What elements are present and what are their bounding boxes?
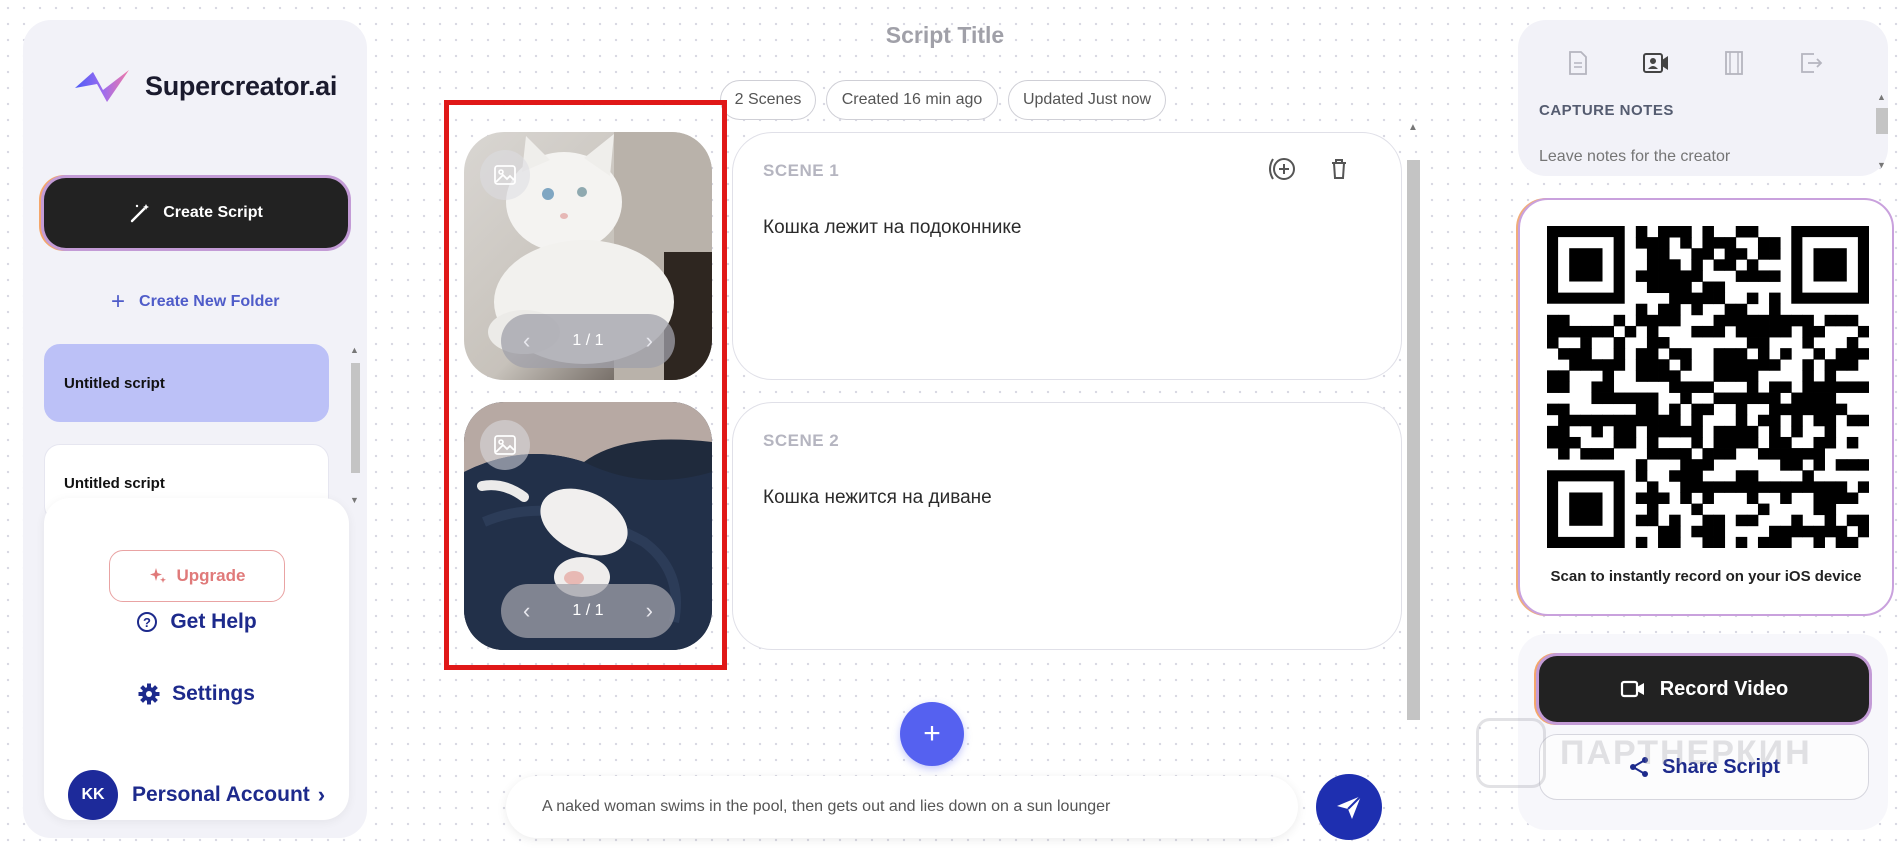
created-badge: Created 16 min ago: [826, 80, 998, 120]
share-script-button[interactable]: Share Script: [1539, 734, 1869, 800]
scrollbar-thumb[interactable]: [351, 363, 360, 473]
send-icon: [1337, 795, 1362, 819]
personal-account-label: Personal Account: [132, 783, 310, 806]
notes-tabs: [1566, 50, 1824, 76]
record-panel: Record Video Share Script: [1518, 634, 1888, 830]
share-icon: [1630, 757, 1649, 777]
scene-card-1[interactable]: SCENE 1 Кошка лежит на подоконнике: [732, 132, 1402, 380]
document-icon[interactable]: [1566, 50, 1590, 76]
magic-wand-icon: [131, 204, 150, 223]
script-item-label: Untitled script: [64, 374, 165, 392]
logo-icon: [75, 70, 129, 102]
export-icon[interactable]: [1798, 50, 1824, 76]
qr-code[interactable]: [1547, 226, 1869, 548]
avatar: KK: [68, 770, 118, 820]
scene-text[interactable]: Кошка нежится на диване: [763, 487, 992, 509]
add-scene-icon[interactable]: [1265, 155, 1299, 183]
settings-label: Settings: [172, 682, 255, 705]
personal-account-button[interactable]: KK Personal Account ›: [68, 770, 325, 820]
scroll-up-icon[interactable]: ▲: [1877, 92, 1886, 102]
scene-actions: [1265, 155, 1349, 183]
create-folder-button[interactable]: + Create New Folder: [111, 290, 280, 314]
create-script-button[interactable]: Create Script: [44, 178, 348, 248]
logo[interactable]: Supercreator.ai: [73, 66, 337, 106]
highlight-annotation: [444, 100, 727, 670]
capture-notes-title: CAPTURE NOTES: [1539, 102, 1674, 119]
get-help-label: Get Help: [170, 610, 257, 633]
share-script-label: Share Script: [1662, 755, 1780, 778]
film-icon[interactable]: [1722, 50, 1746, 76]
scrollbar-thumb[interactable]: [1407, 160, 1420, 720]
scroll-down-icon[interactable]: ▼: [350, 495, 359, 505]
add-scene-button[interactable]: +: [900, 702, 964, 766]
record-video-label: Record Video: [1659, 677, 1789, 700]
qr-caption: Scan to instantly record on your iOS dev…: [1550, 568, 1862, 585]
settings-button[interactable]: Settings: [44, 682, 349, 706]
video-camera-icon: [1620, 680, 1644, 698]
updated-badge: Updated Just now: [1008, 80, 1166, 120]
create-folder-label: Create New Folder: [139, 293, 280, 310]
scene-label: SCENE 2: [763, 431, 840, 450]
scrollbar-thumb[interactable]: [1876, 108, 1888, 134]
svg-text:?: ?: [143, 615, 151, 630]
account-card: Upgrade ? Get Help Settings KK Personal …: [44, 498, 349, 820]
prompt-input[interactable]: [506, 776, 1298, 838]
chevron-right-icon: ›: [317, 782, 326, 807]
script-title[interactable]: Script Title: [820, 22, 1070, 49]
app-name: Supercreator.ai: [145, 70, 338, 101]
qr-panel: Scan to instantly record on your iOS dev…: [1518, 198, 1894, 616]
scene-label: SCENE 1: [763, 161, 840, 180]
script-item[interactable]: Untitled script: [44, 344, 329, 422]
record-video-button[interactable]: Record Video: [1539, 656, 1869, 722]
scroll-up-icon[interactable]: ▲: [350, 345, 359, 355]
main-scrollbar[interactable]: ▲: [1404, 122, 1422, 851]
get-help-button[interactable]: ? Get Help: [44, 610, 349, 634]
sidebar: Supercreator.ai Create Script + Create N…: [23, 20, 367, 838]
video-profile-icon[interactable]: [1642, 50, 1670, 76]
plus-icon: +: [111, 288, 126, 315]
help-icon: ?: [137, 612, 158, 632]
notes-scrollbar[interactable]: ▲ ▼: [1874, 90, 1888, 174]
scroll-down-icon[interactable]: ▼: [1877, 160, 1886, 170]
notes-input[interactable]: [1539, 148, 1839, 166]
scroll-up-icon[interactable]: ▲: [1408, 122, 1418, 133]
upgrade-label: Upgrade: [176, 566, 246, 585]
scene-text[interactable]: Кошка лежит на подоконнике: [763, 217, 1021, 239]
create-script-label: Create Script: [163, 204, 263, 221]
sidebar-scrollbar[interactable]: ▲ ▼: [348, 345, 362, 510]
gear-icon: [138, 683, 160, 705]
upgrade-button[interactable]: Upgrade: [109, 550, 285, 602]
send-button[interactable]: [1316, 774, 1382, 840]
sparkle-icon: [149, 568, 166, 583]
scene-card-2[interactable]: SCENE 2 Кошка нежится на диване: [732, 402, 1402, 650]
script-item-label: Untitled script: [64, 474, 165, 492]
trash-icon[interactable]: [1329, 158, 1349, 180]
capture-notes-panel: CAPTURE NOTES: [1518, 20, 1888, 176]
scenes-count-badge: 2 Scenes: [720, 80, 816, 120]
